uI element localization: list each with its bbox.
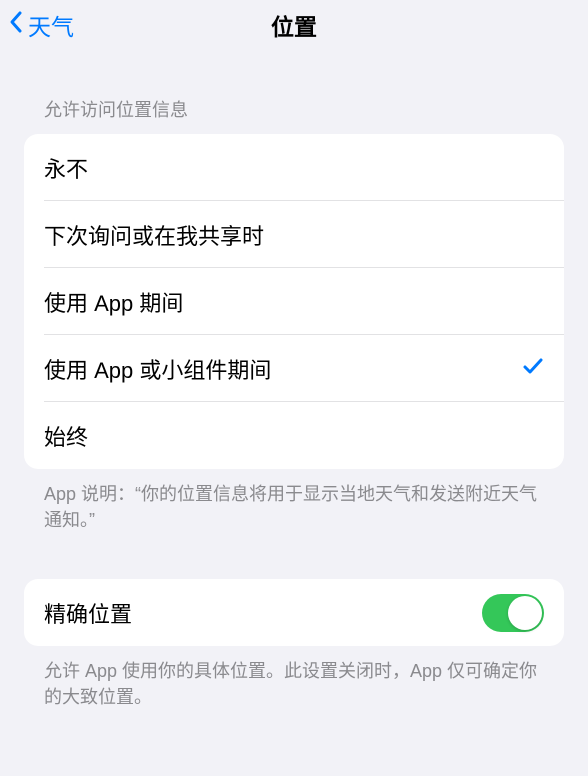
option-label: 使用 App 或小组件期间 — [44, 353, 522, 385]
nav-bar: 天气 位置 — [0, 0, 588, 50]
option-label: 永不 — [44, 152, 544, 184]
precise-location-toggle[interactable] — [482, 594, 544, 632]
checkmark-icon — [522, 353, 544, 384]
chevron-left-icon — [8, 10, 24, 40]
page-title: 位置 — [271, 8, 317, 42]
precise-location-row[interactable]: 精确位置 — [24, 579, 564, 646]
option-while-using-app[interactable]: 使用 App 期间 — [24, 268, 564, 335]
section-header-location-access: 允许访问位置信息 — [24, 96, 564, 122]
option-label: 使用 App 期间 — [44, 286, 544, 318]
option-label: 下次询问或在我共享时 — [44, 219, 544, 251]
precise-location-label: 精确位置 — [44, 597, 482, 629]
option-label: 始终 — [44, 420, 544, 452]
back-label: 天气 — [28, 8, 74, 42]
option-while-using-app-or-widgets[interactable]: 使用 App 或小组件期间 — [24, 335, 564, 402]
location-access-group: 永不 下次询问或在我共享时 使用 App 期间 使用 App 或小组件期间 始终 — [24, 134, 564, 469]
back-button[interactable]: 天气 — [8, 8, 74, 42]
toggle-knob-icon — [508, 596, 542, 630]
option-always[interactable]: 始终 — [24, 402, 564, 469]
option-ask-next-time[interactable]: 下次询问或在我共享时 — [24, 201, 564, 268]
precise-location-group: 精确位置 — [24, 579, 564, 646]
section-footer-app-description: App 说明：“你的位置信息将用于显示当地天气和发送附近天气通知。” — [24, 481, 564, 533]
section-footer-precise-location: 允许 App 使用你的具体位置。此设置关闭时，App 仅可确定你的大致位置。 — [24, 658, 564, 710]
option-never[interactable]: 永不 — [24, 134, 564, 201]
